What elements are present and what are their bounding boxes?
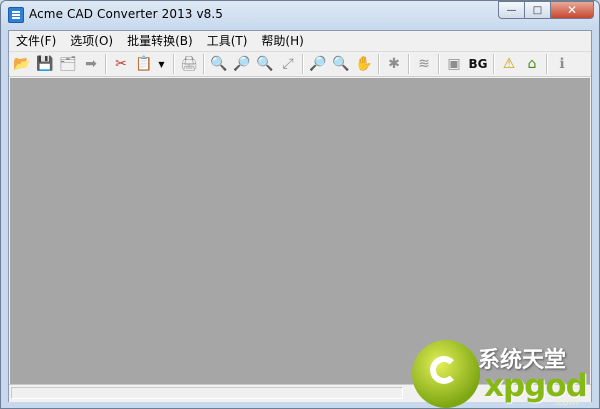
zoom-in-icon[interactable]: 🔎 bbox=[232, 54, 252, 74]
toolbar-separator bbox=[302, 54, 304, 74]
window-title: Acme CAD Converter 2013 v8.5 bbox=[29, 7, 224, 21]
zoom-previous-icon[interactable]: 🔍 bbox=[331, 54, 351, 74]
close-button[interactable]: ✕ bbox=[550, 1, 594, 19]
layers-icon[interactable]: ≋ bbox=[414, 54, 434, 74]
open-icon[interactable]: 📂 bbox=[12, 54, 32, 74]
menu-options[interactable]: 选项(O) bbox=[63, 31, 120, 51]
pdf-icon[interactable]: ✂ bbox=[111, 54, 131, 74]
menu-bar: 文件(F) 选项(O) 批量转换(B) 工具(T) 帮助(H) bbox=[9, 31, 591, 51]
zoom-window-icon[interactable]: 🔍 bbox=[255, 54, 275, 74]
toolbar-separator bbox=[378, 54, 380, 74]
toolbar-separator bbox=[105, 54, 107, 74]
menu-help[interactable]: 帮助(H) bbox=[254, 31, 310, 51]
print-icon[interactable]: 🖨 bbox=[179, 54, 199, 74]
status-pane bbox=[11, 387, 403, 399]
menu-batch-convert[interactable]: 批量转换(B) bbox=[120, 31, 200, 51]
caption-buttons: — □ ✕ bbox=[498, 1, 594, 21]
watermark-logo: 系统天堂 xpgod .com bbox=[412, 340, 600, 409]
maximize-button[interactable]: □ bbox=[524, 1, 550, 19]
toolbar-separator bbox=[203, 54, 205, 74]
home-icon[interactable]: ⌂ bbox=[522, 54, 542, 74]
watermark-disc-icon bbox=[412, 340, 480, 408]
zoom-pan-icon[interactable]: ⤢ bbox=[278, 54, 298, 74]
app-icon[interactable] bbox=[8, 7, 24, 23]
frame-icon[interactable]: ▣ bbox=[444, 54, 464, 74]
export-icon[interactable]: ➡ bbox=[81, 54, 101, 74]
save-all-icon[interactable]: 🗂 bbox=[58, 54, 78, 74]
menu-tools[interactable]: 工具(T) bbox=[200, 31, 255, 51]
menu-file[interactable]: 文件(F) bbox=[9, 31, 63, 51]
toolbar: 📂 💾 🗂 ➡ ✂ 📋 ▼ 🖨 🔍 🔎 🔍 ⤢ 🔎 🔍 ✋ ✱ ≋ ▣ BG ⚠… bbox=[9, 51, 591, 77]
minimize-button[interactable]: — bbox=[498, 1, 524, 19]
watermark-domain: .com bbox=[554, 397, 579, 408]
chevron-down-icon[interactable]: ▼ bbox=[157, 54, 166, 74]
settings-icon[interactable]: ✱ bbox=[384, 54, 404, 74]
zoom-out-icon[interactable]: 🔍 bbox=[209, 54, 229, 74]
save-icon[interactable]: 💾 bbox=[35, 54, 55, 74]
toolbar-separator bbox=[493, 54, 495, 74]
info-icon[interactable]: ℹ bbox=[552, 54, 572, 74]
toolbar-separator bbox=[173, 54, 175, 74]
toolbar-separator bbox=[408, 54, 410, 74]
layout-icon[interactable]: 📋 bbox=[134, 54, 154, 74]
drawing-canvas[interactable] bbox=[10, 78, 590, 384]
warning-icon[interactable]: ⚠ bbox=[499, 54, 519, 74]
toolbar-separator bbox=[546, 54, 548, 74]
toolbar-separator bbox=[438, 54, 440, 74]
title-bar[interactable]: Acme CAD Converter 2013 v8.5 — □ ✕ bbox=[1, 1, 599, 29]
zoom-extents-icon[interactable]: 🔎 bbox=[308, 54, 328, 74]
pan-icon[interactable]: ✋ bbox=[354, 54, 374, 74]
background-icon[interactable]: BG bbox=[467, 54, 489, 74]
